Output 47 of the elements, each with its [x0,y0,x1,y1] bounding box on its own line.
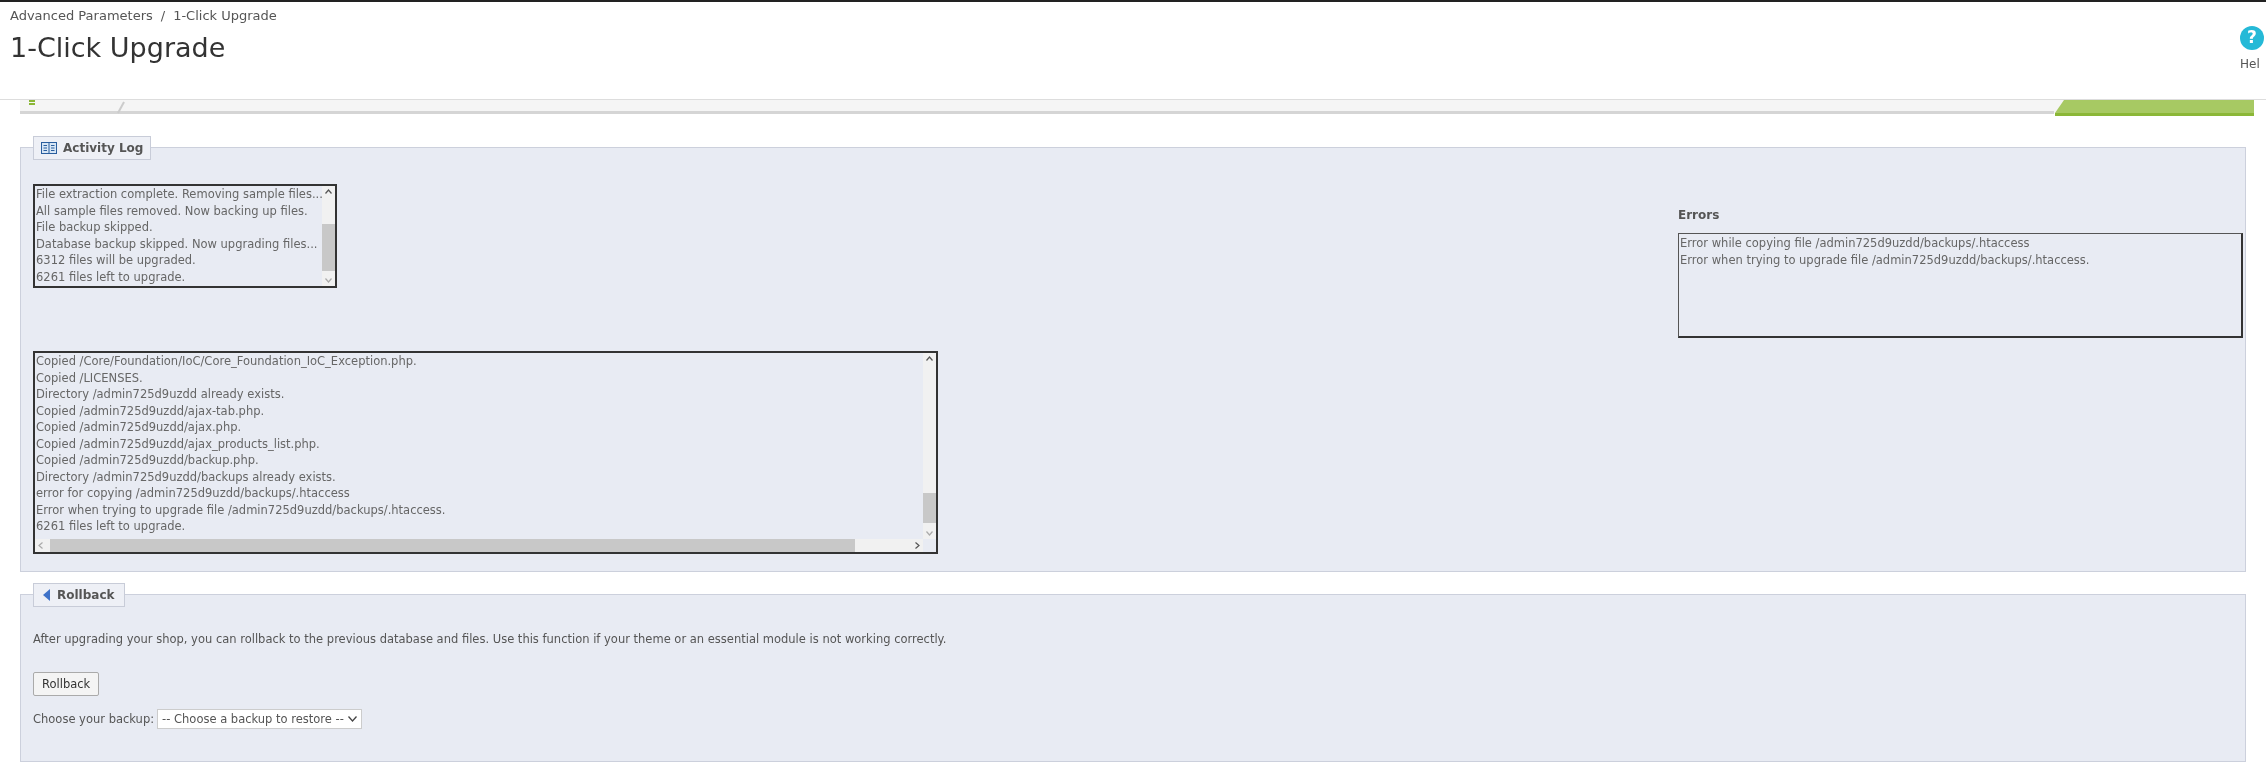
log-line: File extraction complete. Removing sample files... [36,186,322,203]
log-line: Directory /admin725d9uzdd/backups already exists. [36,468,337,485]
log-line: Copied /admin725d9uzdd/ajax_products_list.php. [36,435,321,452]
log-line: Error when trying to upgrade file /admin725d9uzdd/backups/.htaccess. [1680,252,2091,269]
log-box[interactable] [33,351,938,554]
log-line: Database backup skipped. Now upgrading files... [36,235,319,252]
scrollbar[interactable] [923,353,936,539]
log-line: 6261 files left to upgrade. [36,518,187,535]
log-line: Copied /admin725d9uzdd/ajax.php. [36,419,243,436]
scrollbar[interactable] [322,186,335,286]
chevron-down-icon [347,716,357,723]
log-line: Copied /admin725d9uzdd/backup.php. [36,452,260,469]
legend-title: Rollback [57,587,115,604]
errors-title: Errors [1678,207,1721,224]
breadcrumb-link[interactable]: Advanced Parameters [10,6,153,26]
log-line: Copied /LICENSES. [36,369,144,386]
log-line: File backup skipped. [36,219,154,236]
rollback-description: After upgrading your shop, you can rollback to the previous database and files. Use this function if your theme or an essential module is not working correctly. [33,631,948,648]
log-line: 6312 files will be upgraded. [36,252,197,269]
scroll-down-icon[interactable] [926,531,933,536]
rollback-button[interactable]: Rollback [33,672,100,697]
scroll-up-icon[interactable] [325,189,332,194]
backup-label: Choose your backup: [33,710,155,728]
scroll-down-icon[interactable] [325,278,332,283]
scroll-right-icon[interactable] [915,542,920,549]
page-title: 1-Click Upgrade [10,30,226,65]
scroll-thumb[interactable] [923,493,936,523]
breadcrumb-link[interactable]: 1-Click Upgrade [173,6,277,26]
log-line: Error when trying to upgrade file /admin725d9uzdd/backups/.htaccess. [36,501,447,518]
help-label[interactable]: Hel [2240,55,2260,73]
book-icon [41,141,57,155]
log-line: Copied /admin725d9uzdd/ajax-tab.php. [36,402,266,419]
backup-select[interactable]: -- Choose a backup to restore -- [157,709,362,730]
log-box[interactable] [33,184,337,288]
log-line: 6261 files left to upgrade. [36,268,187,285]
scroll-thumb[interactable] [322,224,335,271]
errors-box[interactable]: Error while copying file /admin725d9uzdd/backups/.htaccess Error when trying to upgrade file /admin725d9uzdd/backups/.htaccess. [1678,233,2243,338]
scroll-left-icon[interactable] [38,542,43,549]
breadcrumb-separator: / [160,7,166,25]
scroll-up-icon[interactable] [926,356,933,361]
log-line: Error while copying file /admin725d9uzdd/backups/.htaccess [1680,235,2031,252]
log-line: All sample files removed. Now backing up files. [36,202,309,219]
back-arrow-icon [43,589,51,601]
log-line: Copied /Core/Foundation/IoC/Core_Foundation_IoC_Exception.php. [36,353,418,370]
log-line: Directory /admin725d9uzdd already exists. [36,386,286,403]
legend-title: Activity Log [63,140,144,157]
log-line: error for copying /admin725d9uzdd/backups/.htaccess [36,485,351,502]
